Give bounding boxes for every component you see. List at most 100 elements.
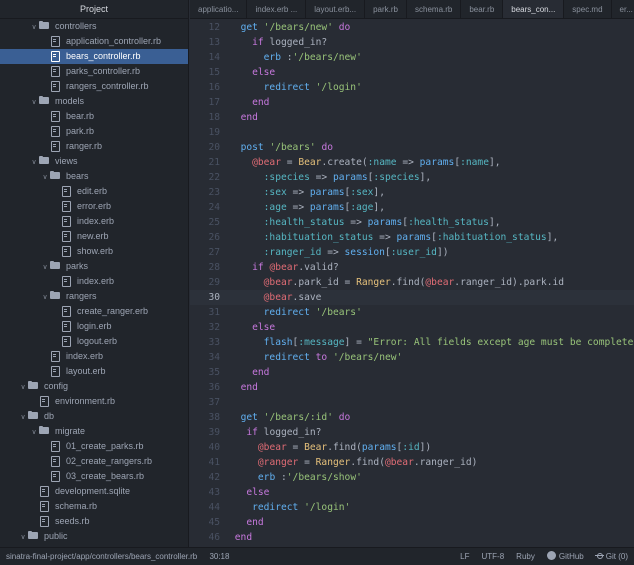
status-grammar[interactable]: Ruby <box>516 548 535 565</box>
code-line[interactable]: 36 end <box>190 380 634 395</box>
tree-file[interactable]: rangers_controller.rb <box>0 79 188 94</box>
tree-folder[interactable]: ∨ db <box>0 409 188 424</box>
chevron-down-icon[interactable]: ∨ <box>18 380 28 395</box>
editor-tab[interactable]: applicatio... <box>190 0 248 18</box>
code-line[interactable]: 33 flash[:message] = "Error: All fields … <box>190 335 634 350</box>
code-line[interactable]: 42 erb :'/bears/show' <box>190 470 634 485</box>
code-line[interactable]: 46 end <box>190 530 634 545</box>
tree-item-label: rangers <box>66 291 97 301</box>
code-line[interactable]: 41 @ranger = Ranger.find(@bear.ranger_id… <box>190 455 634 470</box>
editor-tab[interactable]: er... <box>612 0 634 18</box>
chevron-down-icon[interactable]: ∨ <box>18 410 28 425</box>
code-line[interactable]: 44 redirect '/login' <box>190 500 634 515</box>
code-line[interactable]: 45 end <box>190 515 634 530</box>
code-line[interactable]: 37 <box>190 395 634 410</box>
code-line[interactable]: 20 post '/bears' do <box>190 140 634 155</box>
tree-file[interactable]: bears_controller.rb <box>0 49 188 64</box>
code-line[interactable]: 12 get '/bears/new' do <box>190 20 634 35</box>
tree-file[interactable]: seeds.rb <box>0 514 188 529</box>
tree-file[interactable]: index.erb <box>0 349 188 364</box>
tree-file[interactable]: error.erb <box>0 199 188 214</box>
tree-file[interactable]: bear.rb <box>0 109 188 124</box>
file-icon <box>61 201 73 212</box>
code-line[interactable]: 13 if logged_in? <box>190 35 634 50</box>
tree-file[interactable]: index.erb <box>0 274 188 289</box>
code-line[interactable]: 21 @bear = Bear.create(:name => params[:… <box>190 155 634 170</box>
tree-file[interactable]: logout.erb <box>0 334 188 349</box>
tree-folder[interactable]: ∨ bears <box>0 169 188 184</box>
code-line[interactable]: 32 else <box>190 320 634 335</box>
status-github[interactable]: GitHub <box>546 548 584 565</box>
code-editor[interactable]: 12 get '/bears/new' do 13 if logged_in? 14… <box>190 20 634 547</box>
code-line[interactable]: 39 if logged_in? <box>190 425 634 440</box>
code-line[interactable]: 15 else <box>190 65 634 80</box>
code-line[interactable]: 27 :ranger_id => session[:user_id]) <box>190 245 634 260</box>
chevron-down-icon[interactable]: ∨ <box>29 155 39 170</box>
chevron-down-icon[interactable]: ∨ <box>29 95 39 110</box>
line-number: 18 <box>208 112 220 123</box>
chevron-down-icon[interactable]: ∨ <box>29 425 39 440</box>
code-line[interactable]: 38 get '/bears/:id' do <box>190 410 634 425</box>
code-line[interactable]: 16 redirect '/login' <box>190 80 634 95</box>
code-line[interactable]: 23 :sex => params[:sex], <box>190 185 634 200</box>
status-encoding[interactable]: UTF-8 <box>482 548 505 565</box>
tree-file[interactable]: login.erb <box>0 319 188 334</box>
tree-file[interactable]: new.erb <box>0 229 188 244</box>
tree-file[interactable]: show.erb <box>0 244 188 259</box>
code-line[interactable]: 17 end <box>190 95 634 110</box>
status-git[interactable]: Git (0) <box>594 548 628 565</box>
tree-file[interactable]: application_controller.rb <box>0 34 188 49</box>
code-line[interactable]: 31 redirect '/bears' <box>190 305 634 320</box>
status-file-path[interactable]: sinatra-final-project/app/controllers/be… <box>6 552 197 561</box>
status-line-ending[interactable]: LF <box>460 548 469 565</box>
tree-file[interactable]: park.rb <box>0 124 188 139</box>
code-line[interactable]: 34 redirect to '/bears/new' <box>190 350 634 365</box>
code-line[interactable]: 43 else <box>190 485 634 500</box>
tree-file[interactable]: index.erb <box>0 214 188 229</box>
code-line[interactable]: 26 :habituation_status => params[:habitu… <box>190 230 634 245</box>
tree-folder[interactable]: ∨ public <box>0 529 188 544</box>
tree-folder[interactable]: ∨ migrate <box>0 424 188 439</box>
code-line[interactable]: 30 @bear.save <box>190 290 634 305</box>
tree-file[interactable]: edit.erb <box>0 184 188 199</box>
editor-tab[interactable]: bears_con... <box>503 0 565 18</box>
code-line[interactable]: 35 end <box>190 365 634 380</box>
code-line[interactable]: 29 @bear.park_id = Ranger.find(@bear.ran… <box>190 275 634 290</box>
tree-folder[interactable]: ∨ parks <box>0 259 188 274</box>
status-cursor-position[interactable]: 30:18 <box>209 552 229 561</box>
tree-folder[interactable]: ∨ rangers <box>0 289 188 304</box>
tree-file[interactable]: 02_create_rangers.rb <box>0 454 188 469</box>
editor-tab[interactable]: schema.rb <box>407 0 462 18</box>
editor-tab[interactable]: index.erb ... <box>247 0 307 18</box>
tree-file[interactable]: 03_create_bears.rb <box>0 469 188 484</box>
tree-file[interactable]: environment.rb <box>0 394 188 409</box>
chevron-down-icon[interactable]: ∨ <box>29 20 39 35</box>
tree-folder[interactable]: ∨ views <box>0 154 188 169</box>
tree-folder[interactable]: ∨ config <box>0 379 188 394</box>
chevron-down-icon[interactable]: ∨ <box>18 530 28 545</box>
editor-tab[interactable]: bear.rb <box>461 0 504 18</box>
code-line[interactable]: 14 erb :'/bears/new' <box>190 50 634 65</box>
code-line[interactable]: 28 if @bear.valid? <box>190 260 634 275</box>
code-line[interactable]: 25 :health_status => params[:health_stat… <box>190 215 634 230</box>
chevron-down-icon[interactable]: ∨ <box>40 260 50 275</box>
tree-file[interactable]: schema.rb <box>0 499 188 514</box>
chevron-down-icon[interactable]: ∨ <box>40 170 50 185</box>
tree-file[interactable]: 01_create_parks.rb <box>0 439 188 454</box>
code-line[interactable]: 22 :species => params[:species], <box>190 170 634 185</box>
code-line[interactable]: 19 <box>190 125 634 140</box>
code-line[interactable]: 40 @bear = Bear.find(params[:id]) <box>190 440 634 455</box>
editor-tab[interactable]: park.rb <box>365 0 407 18</box>
editor-tab[interactable]: spec.md <box>564 0 612 18</box>
tree-folder[interactable]: ∨ controllers <box>0 19 188 34</box>
tree-file[interactable]: layout.erb <box>0 364 188 379</box>
code-line[interactable]: 24 :age => params[:age], <box>190 200 634 215</box>
tree-folder[interactable]: ∨ models <box>0 94 188 109</box>
tree-file[interactable]: ranger.rb <box>0 139 188 154</box>
editor-tab[interactable]: layout.erb... <box>306 0 366 18</box>
code-line[interactable]: 18 end <box>190 110 634 125</box>
chevron-down-icon[interactable]: ∨ <box>40 290 50 305</box>
tree-file[interactable]: parks_controller.rb <box>0 64 188 79</box>
tree-file[interactable]: create_ranger.erb <box>0 304 188 319</box>
tree-file[interactable]: development.sqlite <box>0 484 188 499</box>
